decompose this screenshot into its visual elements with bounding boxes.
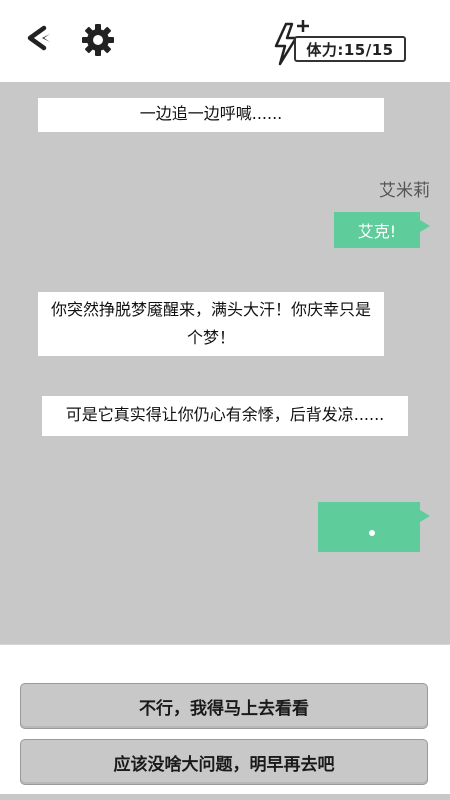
speaker-name: 艾米莉	[379, 181, 430, 201]
narration-box: 你突然挣脱梦魇醒来，满头大汗！你庆幸只是个梦！	[38, 292, 384, 356]
stamina-indicator[interactable]: 体力:15/15	[270, 18, 410, 66]
choice-button-go-tomorrow[interactable]: 应该没啥大问题，明早再去吧	[20, 739, 428, 785]
player-chat-bubble: 艾克!	[334, 212, 430, 248]
choice-panel: 不行，我得马上去看看 应该没啥大问题，明早再去吧	[0, 644, 450, 800]
narration-box: 一边追一边呼喊......	[38, 98, 384, 132]
stamina-value: 体力:15/15	[294, 36, 406, 62]
gear-icon[interactable]	[80, 22, 116, 58]
chat-area: 一边追一边呼喊...... 艾米莉 艾克! 你突然挣脱梦魇醒来，满头大汗！你庆幸…	[0, 82, 450, 644]
player-typing-bubble	[318, 502, 430, 552]
narration-box: 可是它真实得让你仍心有余悸，后背发凉......	[42, 396, 408, 436]
bottom-edge	[0, 794, 450, 800]
choice-button-go-now[interactable]: 不行，我得马上去看看	[20, 683, 428, 729]
typing-dot-icon	[369, 530, 375, 536]
top-bar: 体力:15/15	[0, 0, 450, 82]
back-arrow-icon[interactable]	[22, 22, 54, 54]
